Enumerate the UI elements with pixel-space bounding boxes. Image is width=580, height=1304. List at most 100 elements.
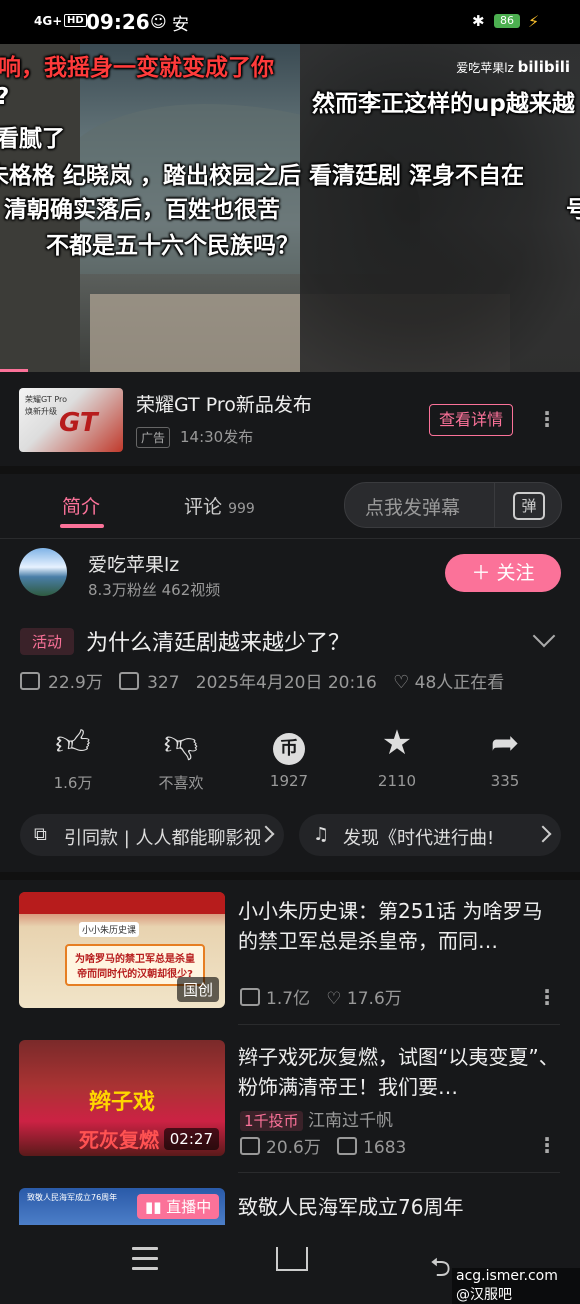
ad-tag: 广告 <box>136 427 171 448</box>
danmaku-line: ? <box>0 84 9 110</box>
related-views: 20.6万 <box>266 1138 321 1158</box>
related-danmaku: 1683 <box>363 1138 407 1158</box>
tab-comments[interactable]: 评论 999 <box>184 492 255 519</box>
uploader-stats: 8.3万粉丝 462视频 <box>88 581 221 599</box>
share-icon: ➦ <box>490 723 520 763</box>
danmaku-line: 看腻了 <box>0 126 65 152</box>
app-notify-icon: 安 <box>172 15 189 35</box>
image-watermark: acg.ismer.com @汉服吧 <box>452 1268 580 1304</box>
music-pill[interactable]: ♫ 发现《时代进行曲! <box>299 814 561 856</box>
coin-badge: 1千投币 <box>240 1111 303 1131</box>
thumb-text-2: 死灰复燃 <box>79 1128 159 1152</box>
danmaku-line: 号 <box>566 197 580 223</box>
play-count-icon <box>20 672 40 690</box>
more-options-icon[interactable]: · · · <box>542 403 552 435</box>
tab-active-indicator <box>60 524 104 528</box>
duration-badge: 02:27 <box>163 1128 219 1150</box>
share-count: 335 <box>490 772 520 790</box>
ad-thumb-label: 荣耀GT Pro <box>25 395 68 404</box>
related-thumbnail[interactable]: 致敬人民海军成立76周年 ▮▮ 直播中 <box>19 1188 225 1225</box>
chevron-right-icon <box>534 825 552 843</box>
more-options-icon[interactable]: · · · <box>542 981 552 1013</box>
ad-card[interactable]: 荣耀GT Pro 焕新升级 GT 荣耀GT Pro新品发布 广告 14:30发布… <box>0 372 580 466</box>
related-likes: 17.6万 <box>346 989 402 1009</box>
heart-icon: ♡ <box>326 989 342 1009</box>
more-options-icon[interactable]: · · · <box>542 1129 552 1161</box>
danmaku-line: 未格格 纪晓岚 ，踏出校园之后 看清廷剧 浑身不自在 <box>0 163 525 189</box>
bilibili-notify-icon: ☺ <box>150 12 167 31</box>
category-badge: 国创 <box>176 977 219 1002</box>
coin-count: 1927 <box>269 772 309 790</box>
list-divider <box>238 1024 560 1025</box>
uploader-name[interactable]: 爱吃苹果lz <box>88 550 179 577</box>
publish-date: 2025年4月20日 20:16 <box>195 673 377 693</box>
tab-comments-label: 评论 <box>184 496 223 518</box>
ad-details-button[interactable]: 查看详情 <box>429 404 513 436</box>
play-count-icon <box>240 988 260 1006</box>
danmaku-line: 不都是五十六个民族吗？ <box>46 233 299 259</box>
ad-title[interactable]: 荣耀GT Pro新品发布 <box>136 390 312 417</box>
charging-icon: ⚡ <box>528 12 540 31</box>
section-separator <box>0 872 580 880</box>
video-meta: 22.9万 327 2025年4月20日 20:16 ♡ 48人正在看 <box>20 668 504 693</box>
ad-time: 14:30发布 <box>180 428 254 446</box>
home-icon[interactable] <box>276 1247 308 1271</box>
dislike-button[interactable]: 👎︎ 不喜欢 <box>136 722 226 793</box>
menu-icon[interactable] <box>132 1247 158 1277</box>
watching-count: 48人正在看 <box>414 673 505 693</box>
music-note-icon: ♫ <box>313 824 330 845</box>
tab-intro[interactable]: 简介 <box>62 492 100 519</box>
play-count-icon <box>240 1137 260 1155</box>
back-icon[interactable]: ⮌ <box>430 1249 451 1293</box>
favorite-button[interactable]: ★ 2110 <box>352 722 442 790</box>
danmaku-line: 响，我摇身一变就变成了你 <box>0 55 274 81</box>
tab-comments-count: 999 <box>228 501 255 517</box>
battery-icon: 86 <box>494 14 520 28</box>
live-badge-text: 直播中 <box>166 1198 212 1216</box>
danmaku-line: 然而李正这样的up越来越 <box>312 91 575 117</box>
video-player[interactable]: 爱吃苹果lz bilibili 响，我摇身一变就变成了你 然而李正这样的up越来… <box>0 44 580 372</box>
like-count: 1.6万 <box>53 774 93 792</box>
music-text: 发现《时代进行曲! <box>343 828 495 849</box>
star-icon: ★ <box>381 723 413 763</box>
danmaku-placeholder: 点我发弹幕 <box>365 497 461 519</box>
related-thumbnail[interactable]: 小小朱历史课 为啥罗马的禁卫军总是杀皇帝而同时代的汉朝却很少? 国创 <box>19 892 225 1008</box>
related-title[interactable]: 致敬人民海军成立76周年 <box>238 1192 560 1222</box>
thumbs-down-icon: 👎︎ <box>163 723 199 763</box>
same-style-pill[interactable]: ⧉ 引同款 | 人人都能聊影视 <box>20 814 284 856</box>
related-title[interactable]: 小小朱历史课：第251话 为啥罗马的禁卫军总是杀皇帝，而同… <box>238 896 560 956</box>
chevron-down-icon[interactable] <box>532 624 556 648</box>
danmaku-toggle-button[interactable]: 弹 <box>494 482 563 528</box>
thumb-tag: 致敬人民海军成立76周年 <box>27 1193 118 1202</box>
network-indicator: 4G+ <box>34 14 63 28</box>
coin-icon: 币 <box>244 722 334 765</box>
related-author[interactable]: 江南过千帆 <box>308 1111 393 1131</box>
favorite-count: 2110 <box>377 772 417 790</box>
bluetooth-icon: ✱ <box>472 12 485 30</box>
view-count: 22.9万 <box>48 673 103 693</box>
ad-thumbnail[interactable]: 荣耀GT Pro 焕新升级 GT <box>19 388 123 452</box>
clock: 09:26 <box>86 10 150 34</box>
video-edit-icon: ⧉ <box>34 824 47 845</box>
follow-button[interactable]: ＋ 关注 <box>445 554 561 592</box>
dislike-label: 不喜欢 <box>158 774 204 792</box>
avatar[interactable] <box>19 548 67 596</box>
status-bar: 4G+ HD 09:26 ☺ 安 ✱ 86 ⚡ <box>0 0 580 44</box>
live-icon: ▮▮ <box>145 1198 162 1216</box>
related-stats: 1.7亿 ♡ 17.6万 <box>240 984 402 1009</box>
event-badge[interactable]: 活动 <box>20 628 75 655</box>
ad-thumb-logo: GT <box>59 408 98 438</box>
coin-button[interactable]: 币 1927 <box>244 722 334 790</box>
watching-icon: ♡ <box>393 672 410 693</box>
related-thumbnail[interactable]: 辫子戏 死灰复燃 02:27 <box>19 1040 225 1156</box>
live-badge: ▮▮ 直播中 <box>137 1194 220 1219</box>
like-button[interactable]: 👍︎ 1.6万 <box>28 722 118 793</box>
detail-tabs: 简介 评论 999 点我发弹幕 弹 <box>0 466 580 539</box>
related-stats: 20.6万 1683 <box>240 1133 406 1158</box>
danmaku-count: 327 <box>147 673 180 693</box>
related-title[interactable]: 辫子戏死灰复燃，试图“以夷变夏”、粉饰满清帝王！我们要… <box>238 1042 560 1102</box>
share-button[interactable]: ➦ 335 <box>460 722 550 790</box>
chevron-right-icon <box>257 825 275 843</box>
danmaku-count-icon <box>337 1137 358 1155</box>
hd-indicator: HD <box>64 14 87 27</box>
